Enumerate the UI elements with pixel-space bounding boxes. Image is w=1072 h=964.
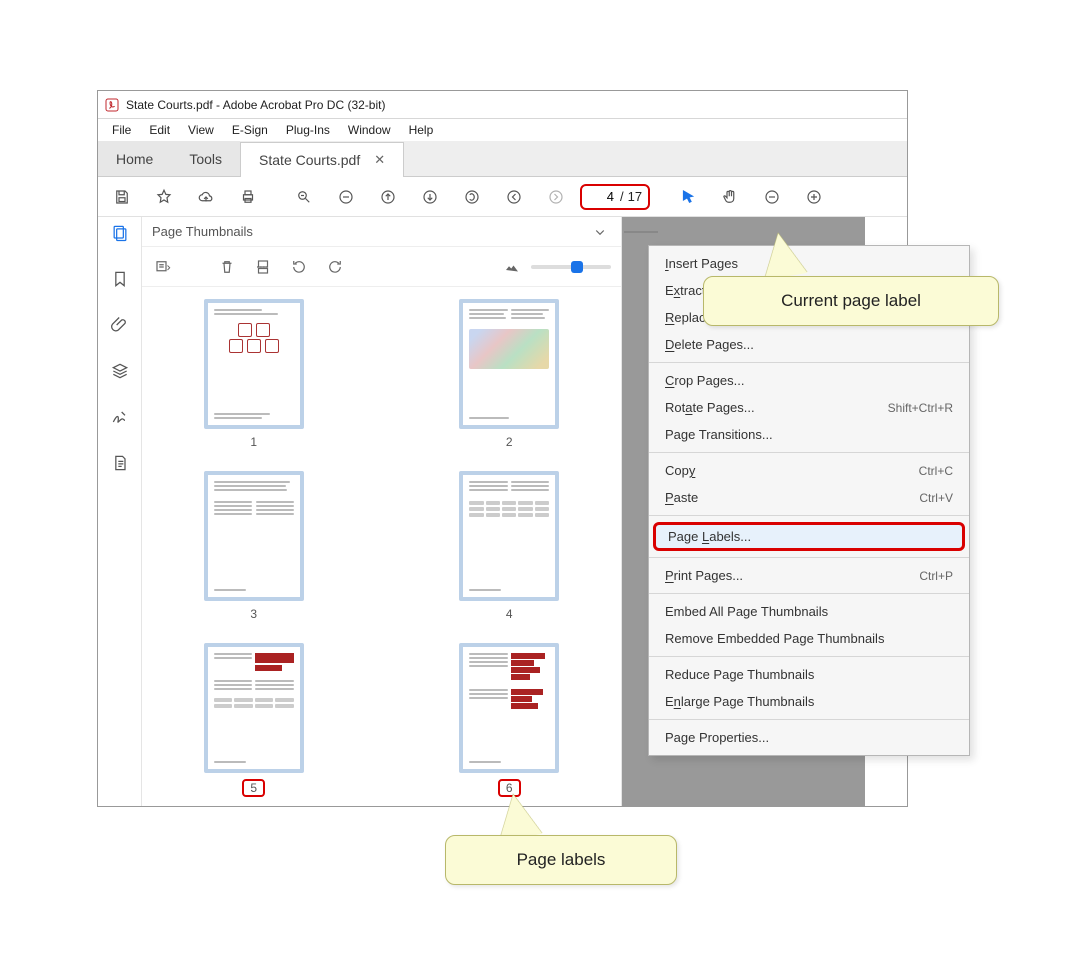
thumbnail-label: 5: [242, 779, 265, 797]
page-separator: /: [620, 189, 624, 204]
thumbnail-4[interactable]: 4: [459, 471, 559, 631]
star-icon[interactable]: [146, 179, 182, 215]
document-tab-label: State Courts.pdf: [259, 152, 360, 168]
menu-file[interactable]: File: [104, 121, 139, 139]
menu-remove-thumbs[interactable]: Remove Embedded Page Thumbnails: [649, 625, 969, 652]
menu-page-labels[interactable]: Page Labels...: [653, 522, 965, 551]
layers-icon[interactable]: [108, 359, 132, 383]
menu-delete-pages[interactable]: Delete Pages...: [649, 331, 969, 358]
home-tab[interactable]: Home: [98, 141, 171, 176]
page-icon[interactable]: [108, 451, 132, 475]
chevron-down-icon[interactable]: [589, 221, 611, 243]
menu-view[interactable]: View: [180, 121, 222, 139]
delete-icon[interactable]: [216, 256, 238, 278]
thumbnail-size-slider[interactable]: [501, 256, 611, 278]
panel-title: Page Thumbnails: [152, 224, 253, 239]
attachment-icon[interactable]: [108, 313, 132, 337]
nav-rail: [98, 217, 142, 806]
menu-reduce-thumbs[interactable]: Reduce Page Thumbnails: [649, 661, 969, 688]
prev-page-icon[interactable]: [496, 179, 532, 215]
page-navigator: / 17: [580, 184, 650, 210]
thumbnail-label: 1: [250, 435, 257, 449]
menu-insert-pages[interactable]: Insert Pages: [649, 250, 969, 277]
menu-edit[interactable]: Edit: [141, 121, 178, 139]
callout-current-page: Current page label: [703, 276, 999, 326]
panel-header: Page Thumbnails: [142, 217, 621, 247]
panel-options-icon[interactable]: [152, 256, 174, 278]
bookmark-icon[interactable]: [108, 267, 132, 291]
menu-copy[interactable]: CopyCtrl+C: [649, 457, 969, 484]
zoom-out-circle-icon[interactable]: [328, 179, 364, 215]
menu-help[interactable]: Help: [401, 121, 442, 139]
hand-tool-icon[interactable]: [712, 179, 748, 215]
thumbnail-3[interactable]: 3: [204, 471, 304, 631]
zoom-in-icon[interactable]: [796, 179, 832, 215]
sign-icon[interactable]: [108, 405, 132, 429]
insert-page-icon[interactable]: [252, 256, 274, 278]
thumbnails-grid: 1 2: [142, 287, 621, 806]
menu-page-properties[interactable]: Page Properties...: [649, 724, 969, 751]
thumbnail-label: 2: [506, 435, 513, 449]
print-icon[interactable]: [230, 179, 266, 215]
thumbnails-panel: Page Thumbnails: [142, 217, 622, 806]
close-tab-icon[interactable]: ✕: [374, 152, 385, 168]
search-icon[interactable]: [286, 179, 322, 215]
menu-esign[interactable]: E-Sign: [224, 121, 276, 139]
next-page-icon[interactable]: [538, 179, 574, 215]
thumbnails-icon[interactable]: [108, 221, 132, 245]
cloud-upload-icon[interactable]: [188, 179, 224, 215]
callout-tail: [757, 230, 808, 281]
window-title: State Courts.pdf - Adobe Acrobat Pro DC …: [126, 98, 385, 112]
page-number-input[interactable]: [588, 188, 616, 205]
app-window: State Courts.pdf - Adobe Acrobat Pro DC …: [97, 90, 908, 807]
page-indicator: / 17: [580, 184, 650, 210]
menu-plugins[interactable]: Plug-Ins: [278, 121, 338, 139]
menu-rotate-pages[interactable]: Rotate Pages...Shift+Ctrl+R: [649, 394, 969, 421]
loop-icon[interactable]: [454, 179, 490, 215]
menu-print-pages[interactable]: Print Pages...Ctrl+P: [649, 562, 969, 589]
up-arrow-icon[interactable]: [370, 179, 406, 215]
thumbnail-6[interactable]: 6: [459, 643, 559, 803]
rotate-cw-icon[interactable]: [324, 256, 346, 278]
thumbnail-2[interactable]: 2: [459, 299, 559, 459]
slider-track[interactable]: [531, 265, 611, 269]
menu-window[interactable]: Window: [340, 121, 399, 139]
selection-cursor-icon[interactable]: [670, 179, 706, 215]
thumbnail-1[interactable]: 1: [204, 299, 304, 459]
document-tab[interactable]: State Courts.pdf ✕: [240, 142, 404, 177]
rotate-ccw-icon[interactable]: [288, 256, 310, 278]
callout-tail: [492, 791, 543, 842]
menu-embed-thumbs[interactable]: Embed All Page Thumbnails: [649, 598, 969, 625]
small-thumb-icon: [501, 256, 523, 278]
thumbnail-5[interactable]: 5: [204, 643, 304, 803]
menu-page-transitions[interactable]: Page Transitions...: [649, 421, 969, 448]
thumbnail-label: 4: [506, 607, 513, 621]
main-toolbar: / 17: [98, 177, 907, 217]
callout-page-labels: Page labels: [445, 835, 677, 885]
panel-toolbar: [142, 247, 621, 287]
menu-enlarge-thumbs[interactable]: Enlarge Page Thumbnails: [649, 688, 969, 715]
zoom-out-icon[interactable]: [754, 179, 790, 215]
menu-crop-pages[interactable]: Crop Pages...: [649, 367, 969, 394]
page-total: 17: [628, 189, 642, 204]
slider-handle[interactable]: [571, 261, 583, 273]
tabs-bar: Home Tools State Courts.pdf ✕: [98, 141, 907, 177]
menu-paste[interactable]: PasteCtrl+V: [649, 484, 969, 511]
tools-tab[interactable]: Tools: [171, 141, 240, 176]
menu-bar: File Edit View E-Sign Plug-Ins Window He…: [98, 119, 907, 141]
title-bar: State Courts.pdf - Adobe Acrobat Pro DC …: [98, 91, 907, 119]
save-icon[interactable]: [104, 179, 140, 215]
thumbnail-label: 3: [250, 607, 257, 621]
acrobat-icon: [104, 97, 120, 113]
scroll-indicator: [624, 217, 658, 233]
down-arrow-icon[interactable]: [412, 179, 448, 215]
